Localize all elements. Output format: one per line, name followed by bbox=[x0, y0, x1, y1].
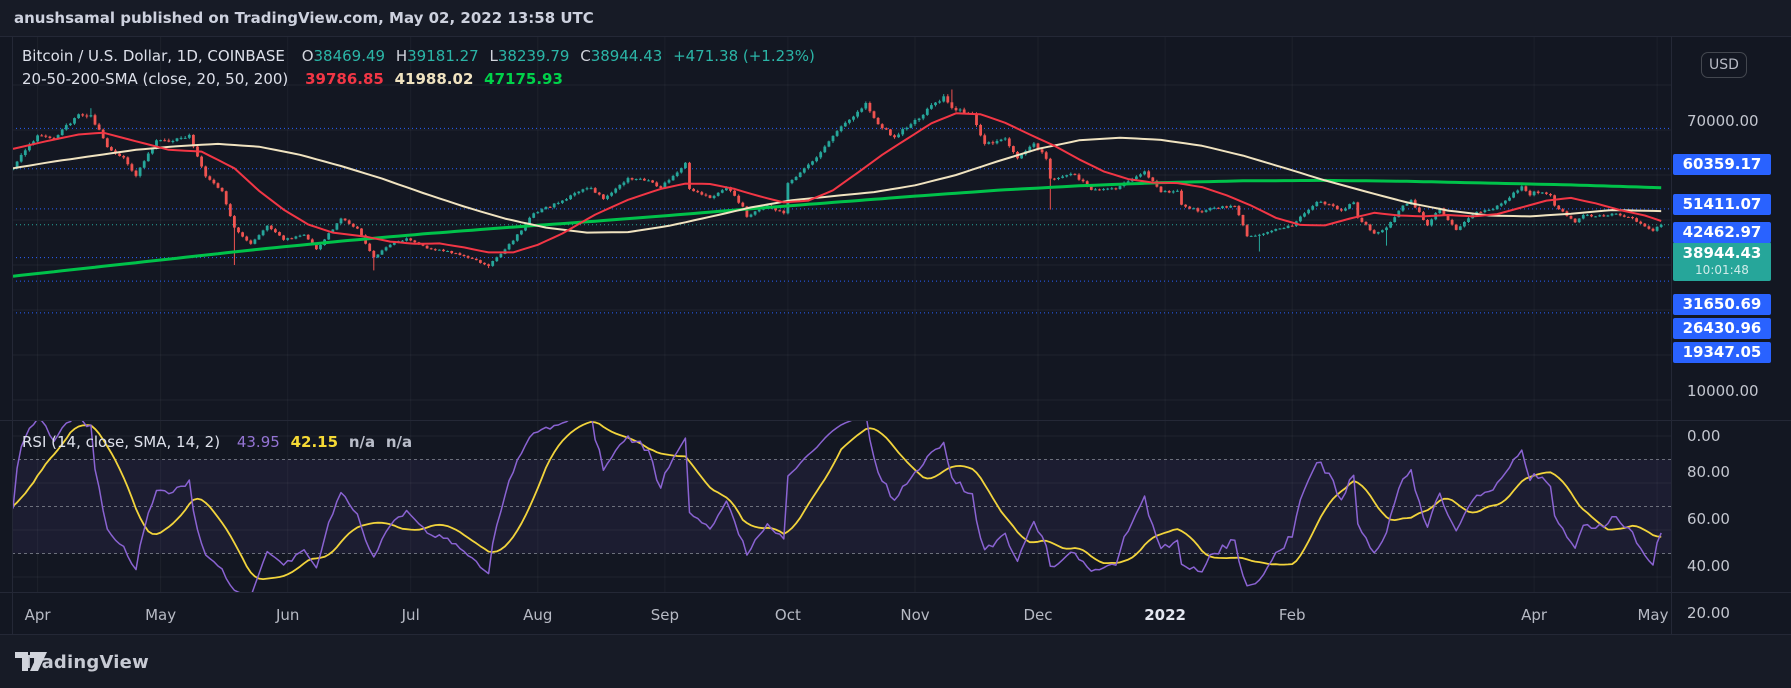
rsi-value: 43.95 bbox=[237, 433, 280, 451]
attribution-bar: anushsamal published on TradingView.com,… bbox=[0, 0, 1791, 36]
symbol-legend: Bitcoin / U.S. Dollar, 1D, COINBASE O384… bbox=[22, 47, 821, 65]
sma200-value: 47175.93 bbox=[484, 70, 563, 88]
time-axis-label: Apr bbox=[1521, 606, 1547, 624]
low-label: L bbox=[490, 47, 498, 65]
current-price-badge[interactable]: 38944.4310:01:48 bbox=[1673, 242, 1771, 281]
time-axis-label: May bbox=[145, 606, 176, 624]
price-scale-label: 0.00 bbox=[1687, 427, 1720, 445]
time-axis-label: Jun bbox=[276, 606, 299, 624]
tradingview-logo-icon bbox=[14, 649, 48, 675]
pane-divider[interactable] bbox=[0, 420, 1791, 421]
time-axis-label: Feb bbox=[1279, 606, 1306, 624]
time-axis-label: May bbox=[1637, 606, 1668, 624]
low-value: 38239.79 bbox=[498, 47, 570, 65]
time-axis-label: Aug bbox=[523, 606, 552, 624]
bar-countdown: 10:01:48 bbox=[1673, 263, 1771, 277]
sma-title[interactable]: 20-50-200-SMA (close, 20, 50, 200) bbox=[22, 70, 288, 88]
current-price-value: 38944.43 bbox=[1673, 243, 1771, 263]
rsi-title[interactable]: RSI (14, close, SMA, 14, 2) bbox=[22, 433, 220, 451]
tradingview-logo-link[interactable]: TradingView bbox=[14, 647, 149, 677]
time-axis-label: Dec bbox=[1023, 606, 1052, 624]
price-alert-badge[interactable]: 60359.17 bbox=[1673, 154, 1771, 175]
rsi-scale-label: 60.00 bbox=[1687, 510, 1730, 528]
rsi-band-upper-value: n/a bbox=[349, 433, 375, 451]
sma50-value: 41988.02 bbox=[395, 70, 474, 88]
rsi-legend: RSI (14, close, SMA, 14, 2) 43.95 42.15 … bbox=[22, 433, 418, 451]
time-axis-label: Oct bbox=[775, 606, 801, 624]
footer-bar: TradingView bbox=[0, 635, 1791, 688]
close-value: 38944.43 bbox=[591, 47, 663, 65]
rsi-sma-value: 42.15 bbox=[291, 433, 338, 451]
time-axis-border bbox=[0, 592, 1791, 593]
currency-button[interactable]: USD bbox=[1701, 52, 1747, 78]
time-axis[interactable]: Apr May Jun Jul Aug Sep Oct Nov Dec 2022 Feb Apr May bbox=[0, 592, 1671, 635]
close-label: C bbox=[580, 47, 590, 65]
price-axis[interactable]: USD 70000.00 10000.00 0.00 80.00 60.00 40.00 2… bbox=[1671, 36, 1791, 635]
rsi-scale-label: 40.00 bbox=[1687, 557, 1730, 575]
rsi-band-lower-value: n/a bbox=[386, 433, 412, 451]
tradingview-published-chart: anushsamal published on TradingView.com,… bbox=[0, 0, 1791, 688]
rsi-scale-label: 80.00 bbox=[1687, 463, 1730, 481]
time-axis-label: Jul bbox=[402, 606, 420, 624]
time-axis-label: 2022 bbox=[1144, 606, 1186, 624]
price-alert-badge[interactable]: 42462.97 bbox=[1673, 222, 1771, 243]
time-axis-label: Sep bbox=[651, 606, 679, 624]
time-axis-label: Apr bbox=[25, 606, 51, 624]
chart-widget: Bitcoin / U.S. Dollar, 1D, COINBASE O384… bbox=[0, 36, 1791, 635]
open-label: O bbox=[302, 47, 314, 65]
high-label: H bbox=[396, 47, 407, 65]
widget-top-border bbox=[0, 36, 1791, 37]
time-axis-label: Nov bbox=[900, 606, 929, 624]
price-alert-badge[interactable]: 26430.96 bbox=[1673, 318, 1771, 339]
price-scale-label: 10000.00 bbox=[1687, 382, 1759, 400]
high-value: 39181.27 bbox=[407, 47, 479, 65]
price-alert-badge[interactable]: 19347.05 bbox=[1673, 342, 1771, 363]
price-alert-badge[interactable]: 31650.69 bbox=[1673, 294, 1771, 315]
price-alert-badge[interactable]: 51411.07 bbox=[1673, 194, 1771, 215]
widget-left-border bbox=[12, 36, 13, 635]
sma-legend: 20-50-200-SMA (close, 20, 50, 200) 39786… bbox=[22, 70, 569, 88]
symbol-title[interactable]: Bitcoin / U.S. Dollar, 1D, COINBASE bbox=[22, 47, 285, 65]
price-scale-label: 70000.00 bbox=[1687, 112, 1759, 130]
change-value: +471.38 (+1.23%) bbox=[673, 47, 815, 65]
rsi-scale-label: 20.00 bbox=[1687, 604, 1730, 622]
attribution-text: anushsamal published on TradingView.com,… bbox=[14, 9, 594, 27]
sma20-value: 39786.85 bbox=[305, 70, 384, 88]
main-chart-canvas[interactable] bbox=[12, 36, 1671, 420]
open-value: 38469.49 bbox=[314, 47, 386, 65]
